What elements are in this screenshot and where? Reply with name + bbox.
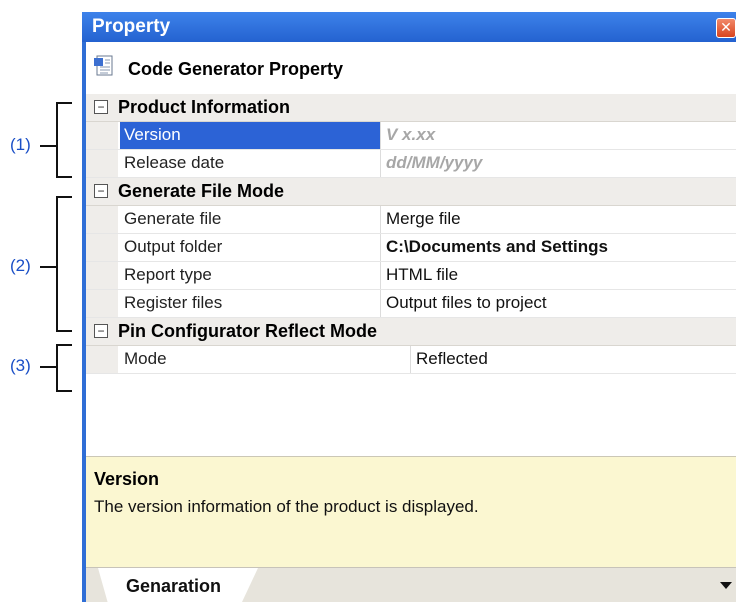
property-row-generate-file[interactable]: Generate file Merge file <box>86 206 736 234</box>
category-label: Generate File Mode <box>118 181 285 201</box>
row-gutter <box>86 122 118 149</box>
property-row-version[interactable]: Version V x.xx <box>86 122 736 150</box>
close-icon[interactable]: ✕ <box>716 18 736 38</box>
callout-connector-2 <box>40 266 56 268</box>
property-row-report-type[interactable]: Report type HTML file <box>86 262 736 290</box>
property-name: Generate file <box>124 209 222 228</box>
category-product-information[interactable]: − Product Information <box>86 94 736 122</box>
category-label: Product Information <box>118 97 290 117</box>
property-row-register-files[interactable]: Register files Output files to project <box>86 290 736 318</box>
property-grid: − Product Information Version V x.xx Rel… <box>86 94 736 404</box>
property-name: Mode <box>124 349 167 368</box>
description-text: The version information of the product i… <box>94 497 479 516</box>
property-value[interactable]: Reflected <box>416 349 488 369</box>
column-divider[interactable] <box>380 290 381 317</box>
property-value[interactable]: C:\Documents and Settings <box>386 237 608 257</box>
property-row-release-date[interactable]: Release date dd/MM/yyyy <box>86 150 736 178</box>
window-title: Property <box>92 16 171 37</box>
tab-genaration[interactable]: Genaration <box>98 568 258 602</box>
column-divider[interactable] <box>380 122 381 149</box>
row-gutter <box>86 262 118 289</box>
category-label: Pin Configurator Reflect Mode <box>118 321 378 341</box>
column-divider[interactable] <box>380 150 381 177</box>
chevron-down-icon[interactable] <box>720 582 732 589</box>
property-value[interactable]: Output files to project <box>386 293 547 313</box>
window-titlebar[interactable]: Property ✕ <box>82 12 736 42</box>
callout-label-2: (2) <box>10 256 31 275</box>
callout-label-3: (3) <box>10 356 31 375</box>
property-name: Release date <box>124 153 225 172</box>
callout-connector-1 <box>40 145 56 147</box>
property-value[interactable]: Merge file <box>386 209 461 229</box>
column-divider[interactable] <box>380 206 381 233</box>
collapse-icon[interactable]: − <box>94 184 108 198</box>
panel-header: Code Generator Property <box>86 42 736 94</box>
callout-bracket-3 <box>56 344 72 392</box>
code-document-icon <box>94 55 113 76</box>
property-value: V x.xx <box>386 125 436 144</box>
property-value: dd/MM/yyyy <box>386 153 483 172</box>
description-panel: Version The version information of the p… <box>86 456 736 568</box>
callout-bracket-2 <box>56 196 72 332</box>
row-gutter <box>86 150 118 177</box>
callout-connector-3 <box>40 366 56 368</box>
collapse-icon[interactable]: − <box>94 324 108 338</box>
callout-label-1: (1) <box>10 135 31 154</box>
row-gutter <box>86 206 118 233</box>
column-divider[interactable] <box>380 262 381 289</box>
column-divider[interactable] <box>410 346 411 373</box>
property-row-mode[interactable]: Mode Reflected <box>86 346 736 374</box>
row-gutter <box>86 346 118 373</box>
property-name: Output folder <box>124 237 223 256</box>
property-window: Property ✕ Code Generator Property − Pro… <box>82 12 736 602</box>
property-panel: Code Generator Property − Product Inform… <box>86 42 736 602</box>
property-value[interactable]: HTML file <box>386 265 458 285</box>
tab-bar: Genaration <box>86 567 736 602</box>
callout-bracket-1 <box>56 102 72 178</box>
row-gutter <box>86 234 118 261</box>
description-title: Version <box>94 469 160 489</box>
property-name: Register files <box>124 293 223 312</box>
collapse-icon[interactable]: − <box>94 100 108 114</box>
category-pin-configurator-reflect-mode[interactable]: − Pin Configurator Reflect Mode <box>86 318 736 346</box>
tab-label: Genaration <box>126 576 222 596</box>
property-name: Version <box>124 125 181 144</box>
column-divider[interactable] <box>380 234 381 261</box>
property-name: Report type <box>124 265 212 284</box>
panel-header-title: Code Generator Property <box>128 59 344 79</box>
category-generate-file-mode[interactable]: − Generate File Mode <box>86 178 736 206</box>
property-row-output-folder[interactable]: Output folder C:\Documents and Settings <box>86 234 736 262</box>
row-gutter <box>86 290 118 317</box>
